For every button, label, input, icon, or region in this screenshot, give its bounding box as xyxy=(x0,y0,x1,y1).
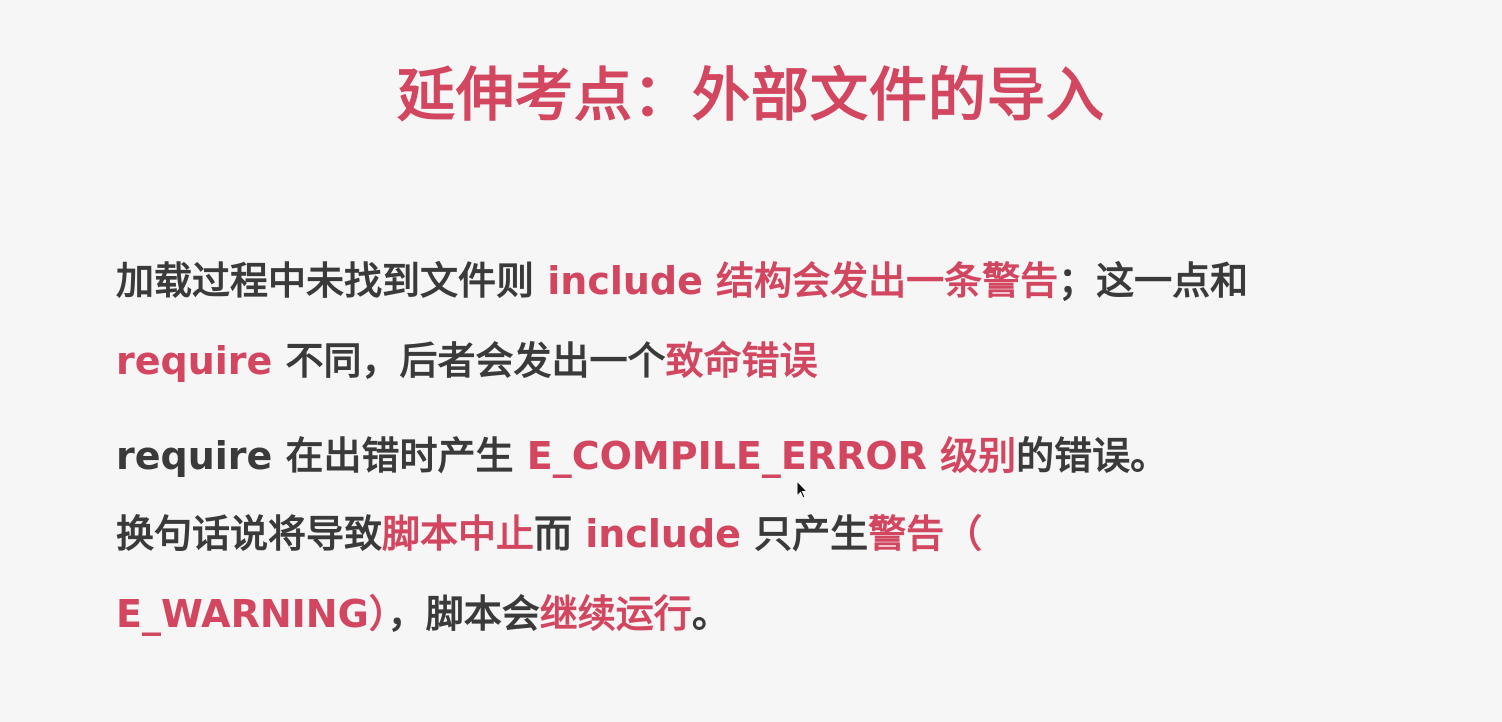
line-3-seg-1: require 在出错时产生 xyxy=(116,434,527,478)
line-4-seg-2: 脚本中止 xyxy=(382,512,535,556)
line-4-seg-1: 换句话说将导致 xyxy=(116,512,383,556)
line-3-seg-2: E_COMPILE_ERROR 级别 xyxy=(526,434,1017,478)
line-4-seg-4: include xyxy=(585,512,741,556)
line-5: E_WARNING），脚本会继续运行。 xyxy=(116,583,730,638)
slide-title: 延伸考点：外部文件的导入 xyxy=(396,61,1105,129)
line-2-seg-3: 致命错误 xyxy=(665,339,818,383)
line-5-seg-1: E_WARNING） xyxy=(116,592,388,636)
line-2: require 不同，后者会发出一个致命错误 xyxy=(116,330,818,385)
line-4: 换句话说将导致脚本中止而 include 只产生警告（ xyxy=(116,503,982,558)
line-4-seg-3: 而 xyxy=(534,512,586,556)
line-1: 加载过程中未找到文件则 include 结构会发出一条警告；这一点和 xyxy=(116,250,1248,305)
line-2-seg-1: require xyxy=(116,339,273,383)
line-5-seg-2: ，脚本会 xyxy=(387,592,540,636)
line-3-seg-3: 的错误。 xyxy=(1016,434,1169,478)
line-1-seg-3: ；这一点和 xyxy=(1058,259,1249,303)
line-2-seg-2: 不同，后者会发出一个 xyxy=(272,339,666,383)
line-1-seg-2: include 结构会发出一条警告 xyxy=(547,259,1059,303)
line-5-seg-3: 继续运行 xyxy=(539,592,692,636)
line-5-seg-4: 。 xyxy=(691,592,730,636)
slide: 延伸考点：外部文件的导入 加载过程中未找到文件则 include 结构会发出一条… xyxy=(0,0,1502,722)
mouse-cursor-icon xyxy=(796,480,809,499)
line-4-seg-6: 警告（ xyxy=(868,512,983,556)
line-1-seg-1: 加载过程中未找到文件则 xyxy=(116,259,548,303)
line-4-seg-5: 只产生 xyxy=(740,512,869,556)
line-3: require 在出错时产生 E_COMPILE_ERROR 级别的错误。 xyxy=(116,425,1168,480)
